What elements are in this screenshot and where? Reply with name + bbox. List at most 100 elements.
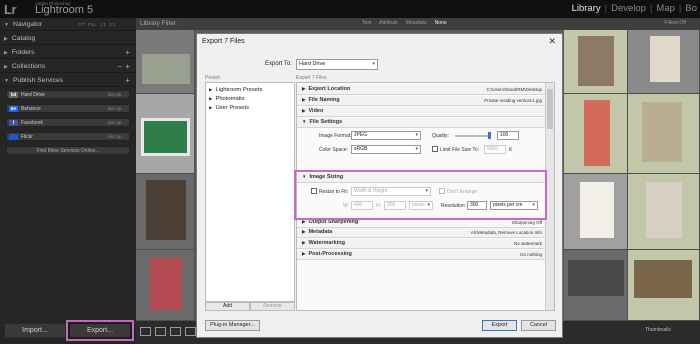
color-space-select[interactable]: sRGB ▾ <box>351 145 421 154</box>
expand-triangle-icon: ▶ <box>4 64 8 70</box>
find-more-services-button[interactable]: Find More Services Online... <box>6 146 130 155</box>
remove-collection-icon[interactable]: − <box>117 62 122 71</box>
setup-link[interactable]: Set Up... <box>107 91 125 99</box>
dialog-title: Export 7 Files <box>202 38 245 45</box>
grid-cell[interactable] <box>564 250 628 321</box>
grid-cell[interactable] <box>628 94 700 174</box>
section-metadata[interactable]: ▶ Metadata All Metadata, Remove Location … <box>297 228 546 238</box>
service-behance[interactable]: Be Behance Set Up... <box>6 104 130 113</box>
grid-cell[interactable] <box>628 174 700 250</box>
expand-triangle-icon: ▶ <box>4 50 8 56</box>
plugin-manager-button[interactable]: Plug-in Manager... <box>205 320 260 331</box>
limit-file-size-checkbox[interactable] <box>432 146 438 152</box>
import-button[interactable]: Import... <box>4 323 66 338</box>
setup-link[interactable]: Set Up... <box>107 105 125 113</box>
photo-thumbnail[interactable] <box>146 180 186 240</box>
module-map[interactable]: Map <box>653 3 677 14</box>
catalog-header[interactable]: ▶ Catalog <box>0 35 136 45</box>
module-library[interactable]: Library <box>569 3 604 14</box>
photo-thumbnail[interactable] <box>150 258 182 310</box>
cancel-button[interactable]: Cancel <box>521 320 556 331</box>
folders-header[interactable]: ▶ Folders + <box>0 48 136 59</box>
photo-thumbnail[interactable] <box>646 182 682 238</box>
photo-thumbnail[interactable] <box>578 36 614 86</box>
grid-cell[interactable] <box>136 174 195 250</box>
section-watermarking[interactable]: ▶ Watermarking No watermark <box>297 239 546 249</box>
filter-attribute[interactable]: Attribute <box>379 20 398 26</box>
filter-none[interactable]: None <box>435 20 447 26</box>
service-name: Flickr <box>21 134 33 140</box>
add-preset-button[interactable]: Add <box>205 302 250 311</box>
zoom-fill[interactable]: FILL <box>88 22 97 27</box>
section-file-naming[interactable]: ▶ File Naming Private residing vertical-1… <box>297 96 546 106</box>
expand-triangle-icon: ▶ <box>302 97 306 102</box>
section-export-location[interactable]: ▶ Export Location C:\Users\SarahRM\Deskto… <box>297 85 546 95</box>
add-folder-icon[interactable]: + <box>125 48 130 57</box>
collections-header[interactable]: ▶ Collections − + <box>0 62 136 73</box>
collections-label: Collections <box>11 63 46 70</box>
service-flickr[interactable]: fl Flickr Set Up... <box>6 132 130 141</box>
grid-cell[interactable] <box>628 30 700 94</box>
publish-services-header[interactable]: ▼ Publish Services + <box>0 76 136 87</box>
grid-cell[interactable] <box>136 94 195 174</box>
quality-slider-track[interactable] <box>455 135 489 137</box>
export-to-select[interactable]: Hard Drive ▾ <box>296 59 378 70</box>
preset-photomatix[interactable]: ▶ Photomatix <box>209 96 244 102</box>
remove-preset-button[interactable]: Remove <box>250 302 295 311</box>
setup-link[interactable]: Set Up... <box>107 119 125 127</box>
survey-view-icon[interactable] <box>185 327 196 336</box>
grid-cell[interactable] <box>564 94 628 174</box>
service-hard-drive[interactable]: hd Hard Drive Set Up... <box>6 90 130 99</box>
add-service-icon[interactable]: + <box>125 76 130 85</box>
photo-thumbnail[interactable] <box>650 36 680 82</box>
photo-thumbnail[interactable] <box>142 54 190 84</box>
zoom-1-1[interactable]: 1:1 <box>100 22 106 27</box>
grid-view-icon[interactable] <box>140 327 151 336</box>
photo-thumbnail[interactable] <box>141 118 190 156</box>
export-confirm-button[interactable]: Export <box>482 320 517 331</box>
zoom-fit[interactable]: FIT <box>78 22 85 27</box>
scrollbar-thumb[interactable] <box>547 89 553 129</box>
add-collection-icon[interactable]: + <box>125 62 130 71</box>
zoom-3-1[interactable]: 3:1 <box>109 22 115 27</box>
export-button[interactable]: Export... <box>70 324 130 337</box>
grid-cell[interactable] <box>136 30 195 94</box>
module-develop[interactable]: Develop <box>608 3 649 14</box>
photo-thumbnail[interactable] <box>580 182 614 238</box>
filters-off-toggle[interactable]: Filters Off <box>664 20 686 26</box>
behance-icon: Be <box>9 106 18 112</box>
photo-thumbnail[interactable] <box>634 260 692 298</box>
section-title: Video <box>308 108 324 114</box>
section-title: Export Location <box>308 86 351 92</box>
section-post-processing[interactable]: ▶ Post-Processing Do nothing <box>297 250 546 260</box>
lightroom-logo: Lr <box>4 2 17 17</box>
service-facebook[interactable]: f Facebook Set Up... <box>6 118 130 127</box>
compare-view-icon[interactable] <box>170 327 181 336</box>
quality-input[interactable]: 100 <box>497 131 519 140</box>
grid-cell[interactable] <box>564 30 628 94</box>
chevron-down-icon: ▾ <box>372 61 375 67</box>
photo-thumbnail[interactable] <box>642 102 682 162</box>
grid-cell[interactable] <box>136 250 195 321</box>
grid-cell[interactable] <box>628 250 700 321</box>
grid-cell[interactable] <box>564 174 628 250</box>
section-video[interactable]: ▶ Video <box>297 107 546 117</box>
preset-user[interactable]: ▶ User Presets <box>209 105 249 111</box>
image-format-select[interactable]: JPEG ▾ <box>351 131 421 140</box>
limit-file-size-input[interactable]: 5000 <box>484 145 506 154</box>
module-book[interactable]: Bo <box>682 3 700 14</box>
navigator-header[interactable]: ▼ Navigator FIT FILL 1:1 3:1 <box>0 21 136 31</box>
quality-slider-handle[interactable] <box>488 132 491 139</box>
filter-metadata[interactable]: Metadata <box>406 20 427 26</box>
brand-name: Lightroom 5 <box>35 4 94 16</box>
section-file-settings[interactable]: ▼ File Settings <box>297 118 546 128</box>
folders-label: Folders <box>11 49 35 56</box>
filter-text[interactable]: Text <box>362 20 371 26</box>
close-icon[interactable]: ✕ <box>548 36 556 47</box>
image-format-value: JPEG <box>354 132 368 138</box>
preset-lightroom[interactable]: ▶ Lightroom Presets <box>209 87 263 93</box>
loupe-view-icon[interactable] <box>155 327 166 336</box>
photo-thumbnail[interactable] <box>584 100 610 166</box>
photo-thumbnail[interactable] <box>568 260 624 296</box>
setup-link[interactable]: Set Up... <box>107 133 125 141</box>
